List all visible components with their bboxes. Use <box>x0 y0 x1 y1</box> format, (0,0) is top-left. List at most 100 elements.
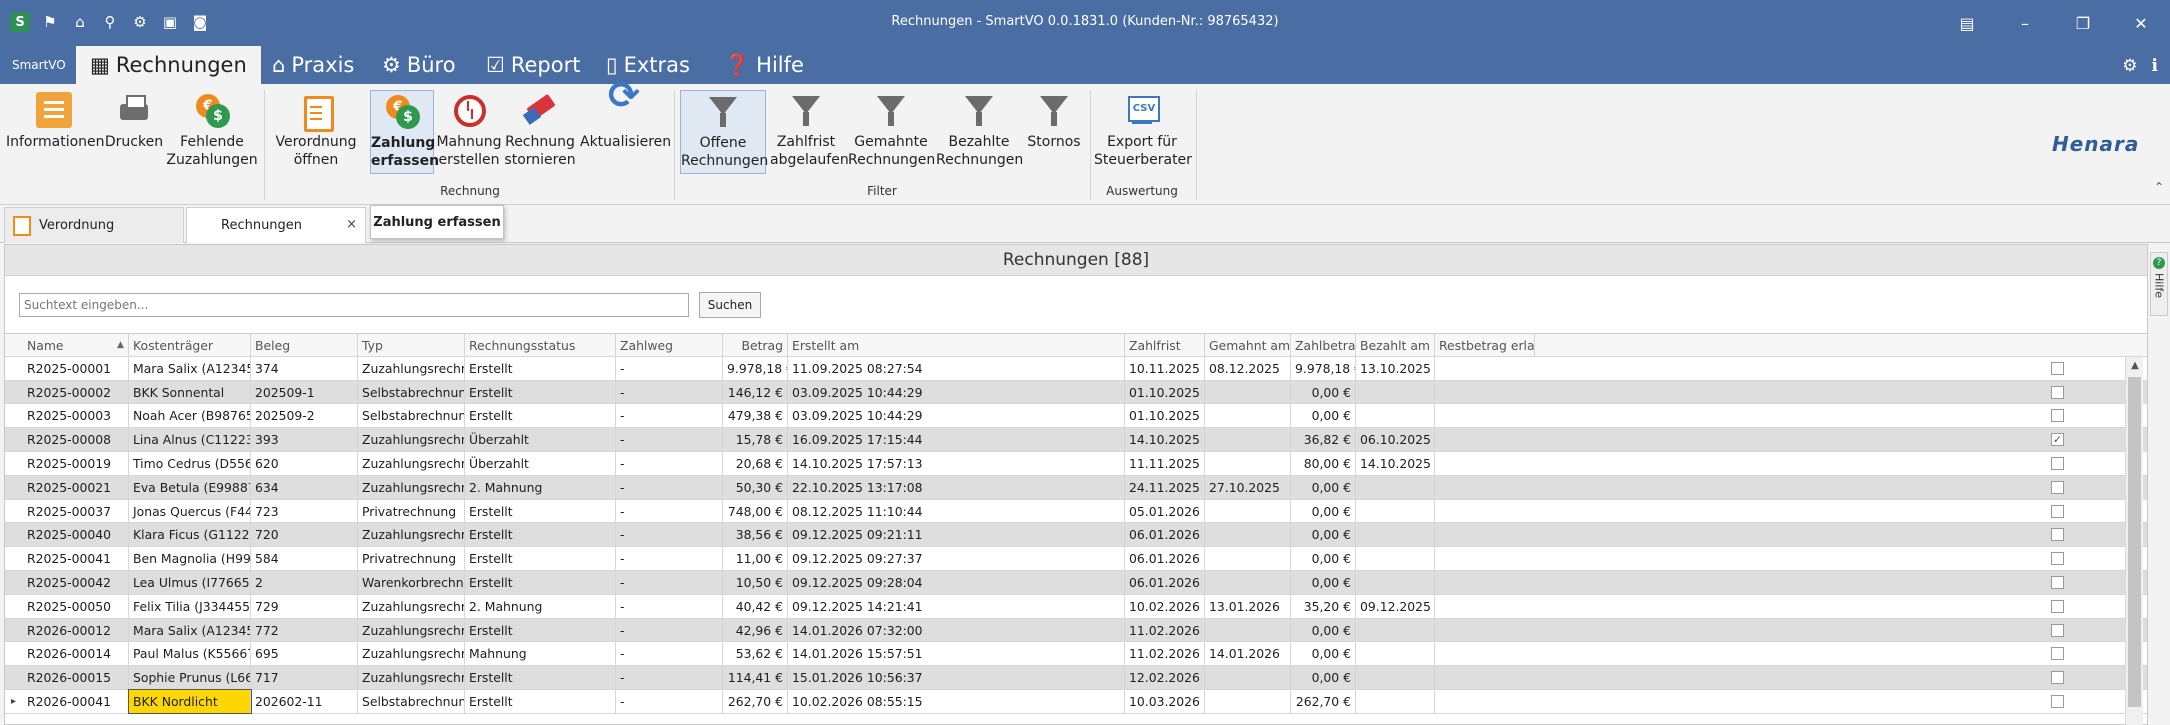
verordnung-oeffnen-button[interactable]: Verordnung öffnen <box>270 92 362 169</box>
table-cell: BKK Sonnental <box>129 380 251 404</box>
aktualisieren-button[interactable]: Aktualisieren <box>580 86 671 151</box>
restbetrag-erlassen-checkbox[interactable] <box>2051 623 2064 637</box>
table-row[interactable]: R2025-00041Ben Magnolia (H998811223)584P… <box>5 547 2147 571</box>
informationen-button[interactable]: Informationen <box>6 92 105 151</box>
scroll-thumb[interactable] <box>2128 377 2141 707</box>
vertical-scrollbar[interactable]: ▲ <box>2125 357 2143 725</box>
filter-offene-rechnungen-button[interactable]: Offene Rechnungen <box>680 90 768 174</box>
column-header[interactable]: Betrag <box>723 334 788 356</box>
layout-icon[interactable]: ▤ <box>1938 0 1996 46</box>
mahnung-erstellen-button[interactable]: Mahnung erstellen <box>436 92 502 169</box>
table-cell: 14.10.2025 <box>1356 451 1435 475</box>
table-cell: 11.11.2025 <box>1125 451 1205 475</box>
column-header[interactable]: Rechnungsstatus <box>465 334 616 356</box>
table-cell: Zuzahlungsrechnung <box>358 642 465 666</box>
column-header[interactable]: Zahlbetrag <box>1291 334 1356 356</box>
restbetrag-erlassen-checkbox[interactable] <box>2051 694 2064 708</box>
restbetrag-erlassen-checkbox[interactable] <box>2051 385 2064 399</box>
restore-button[interactable]: ❐ <box>2054 0 2112 46</box>
table-cell: 01.10.2025 <box>1125 404 1205 428</box>
restbetrag-erlassen-checkbox[interactable] <box>2051 671 2064 685</box>
table-row[interactable]: R2025-00037Jonas Quercus (F445566778)723… <box>5 499 2147 524</box>
table-row[interactable]: R2025-00021Eva Betula (E998877665)634Zuz… <box>5 475 2147 500</box>
doctab-verordnung[interactable]: Verordnung <box>4 207 184 243</box>
restbetrag-erlassen-checkbox[interactable] <box>2051 528 2064 542</box>
tab-buero[interactable]: ⚙ Büro <box>382 46 456 84</box>
table-cell: Erstellt <box>465 570 616 594</box>
restbetrag-erlassen-checkbox[interactable] <box>2051 409 2064 423</box>
zahlung-erfassen-button[interactable]: € $ Zahlung erfassen <box>370 90 439 174</box>
search-button[interactable]: Suchen <box>699 292 761 318</box>
column-header[interactable]: Name <box>23 334 129 356</box>
table-row[interactable]: R2025-00040Klara Ficus (G112244668)720Zu… <box>5 523 2147 548</box>
table-cell: 717 <box>251 666 358 689</box>
settings-icon[interactable]: ⚙ <box>2122 56 2137 76</box>
restbetrag-erlassen-checkbox[interactable]: ✓ <box>2051 433 2064 447</box>
scroll-up-icon[interactable]: ▲ <box>2126 357 2144 375</box>
column-header[interactable]: Bezahlt am <box>1356 334 1435 356</box>
column-header[interactable]: Gemahnt am <box>1205 334 1291 356</box>
tab-praxis[interactable]: ⌂ Praxis <box>272 46 354 84</box>
restbetrag-erlassen-checkbox[interactable] <box>2051 480 2064 494</box>
table-cell: R2025-00019 <box>23 451 129 475</box>
restbetrag-erlassen-checkbox[interactable] <box>2051 599 2064 613</box>
table-cell: 262,70 € <box>1291 689 1356 713</box>
table-row[interactable]: R2025-00019Timo Cedrus (D556677889)620Zu… <box>5 451 2147 476</box>
filter-zahlfrist-abgelaufen-button[interactable]: Zahlfrist abgelaufen <box>770 92 849 169</box>
close-icon[interactable]: × <box>346 217 357 232</box>
column-header[interactable]: Kostenträger <box>129 334 251 356</box>
table-cell: 13.10.2025 <box>1356 356 1435 380</box>
restbetrag-erlassen-checkbox[interactable] <box>2051 575 2064 589</box>
filter-gemahnte-rechnungen-button[interactable]: Gemahnte Rechnungen <box>848 92 935 169</box>
export-steuerberater-button[interactable]: Export für Steuerberater <box>1094 92 1192 169</box>
funnel-icon <box>1036 92 1072 128</box>
doctab-rechnungen[interactable]: Rechnungen × <box>186 207 366 324</box>
restbetrag-erlassen-checkbox[interactable] <box>2051 456 2064 470</box>
restbetrag-erlassen-checkbox[interactable] <box>2051 647 2064 661</box>
table-row[interactable]: R2026-00014Paul Malus (K556677889)695Zuz… <box>5 642 2147 667</box>
tab-smartvo[interactable]: SmartVO <box>12 46 66 84</box>
table-cell: 14.01.2026 <box>1205 642 1291 666</box>
filter-bezahlte-rechnungen-button[interactable]: Bezahlte Rechnungen <box>936 92 1023 169</box>
table-row[interactable]: R2026-00012Mara Salix (A123456789)772Zuz… <box>5 618 2147 643</box>
table-cell: Erstellt <box>465 547 616 570</box>
ribbon-collapse-icon[interactable]: ⌃ <box>2154 180 2164 194</box>
tab-hilfe[interactable]: ❓ Hilfe <box>724 46 804 84</box>
filter-stornos-button[interactable]: Stornos <box>1024 92 1084 151</box>
table-row[interactable]: R2025-00002 BKK Sonnental 202509-1 Selbstab… <box>5 380 2147 405</box>
table-cell: Erstellt <box>465 666 616 689</box>
tab-rechnungen[interactable]: ▦ Rechnungen <box>76 46 261 84</box>
table-cell: 202509-2 <box>251 404 358 428</box>
table-row[interactable]: R2025-00008Lina Alnus (C112233445)393Zuz… <box>5 428 2147 452</box>
restbetrag-erlassen-checkbox[interactable] <box>2051 552 2064 566</box>
column-header[interactable]: Erstellt am <box>788 334 1125 356</box>
column-header[interactable]: Restbetrag erlassen <box>1435 334 1535 356</box>
funnel-icon <box>788 92 824 128</box>
close-button[interactable]: ✕ <box>2112 0 2170 46</box>
tab-praxis-label: Praxis <box>291 53 355 77</box>
restbetrag-erlassen-checkbox[interactable] <box>2051 504 2064 518</box>
minimize-button[interactable]: – <box>1996 0 2054 46</box>
column-header[interactable]: Typ <box>358 334 465 356</box>
side-help-tab[interactable]: ? Hilfe <box>2150 252 2168 316</box>
table-cell: R2026-00014 <box>23 642 129 666</box>
column-header[interactable]: Beleg <box>251 334 358 356</box>
fehlende-zuzahlungen-button[interactable]: € $ Fehlende Zuzahlungen <box>166 92 258 169</box>
column-header[interactable]: Zahlweg <box>616 334 723 356</box>
table-cell <box>1205 547 1291 570</box>
rechnung-stornieren-button[interactable]: Rechnung stornieren <box>504 92 576 169</box>
table-row[interactable]: R2025-00042Lea Ulmus (I776655443)2Warenk… <box>5 570 2147 595</box>
info-icon[interactable]: ℹ <box>2152 56 2158 76</box>
table-row[interactable]: R2026-00015Sophie Prunus (L667788990)717… <box>5 666 2147 690</box>
app-window: S ⚑ ⌂ ⚲ ⚙ ▣ ◙ Rechnungen - SmartVO 0.0.1… <box>0 0 2170 725</box>
table-row[interactable]: R2025-00003Noah Acer (B987654321)202509-… <box>5 404 2147 429</box>
search-input[interactable] <box>19 293 689 317</box>
table-row[interactable]: R2025-00050Felix Tilia (J334455667)729Zu… <box>5 594 2147 619</box>
column-header[interactable]: Zahlfrist <box>1125 334 1205 356</box>
table-row[interactable]: ▸ R2026-00041 BKK Nordlicht 202602-11 Selbst… <box>5 688 2147 714</box>
restbetrag-erlassen-checkbox[interactable] <box>2051 361 2064 375</box>
table-cell: 772 <box>251 618 358 642</box>
drucken-button[interactable]: Drucken <box>104 92 164 151</box>
tab-report[interactable]: ☑ Report <box>486 46 580 84</box>
table-row[interactable]: R2025-00001Mara Salix (A123456789)374Zuz… <box>5 356 2147 381</box>
